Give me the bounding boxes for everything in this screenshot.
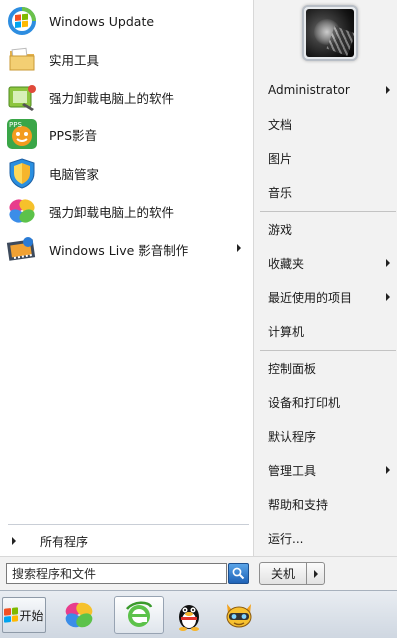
menu-item-label: 控制面板 (268, 361, 317, 376)
menu-item-label: 设备和打印机 (268, 395, 341, 410)
program-pps[interactable]: PPS PPS影音 (4, 116, 249, 152)
chevron-right-icon (12, 537, 16, 545)
windows-update-icon (4, 3, 40, 39)
menu-item-label: Administrator (268, 83, 350, 97)
colorful-petals-icon (4, 193, 40, 229)
search-shutdown-bar: 搜索程序和文件 关机 (0, 556, 397, 590)
chevron-right-icon (313, 569, 318, 578)
all-programs-label: 所有程序 (40, 534, 89, 549)
taskbar: 开始 (0, 590, 397, 638)
divider (8, 524, 249, 525)
menu-item-user[interactable]: Administrator (262, 76, 396, 104)
program-movie-maker[interactable]: Windows Live 影音制作 (4, 231, 249, 267)
program-windows-update[interactable]: Windows Update (4, 3, 249, 39)
menu-item-control-panel[interactable]: 控制面板 (262, 354, 396, 382)
menu-item-label: 音乐 (268, 185, 293, 200)
divider (260, 211, 396, 212)
menu-item-label: 图片 (268, 151, 293, 166)
search-placeholder: 搜索程序和文件 (12, 567, 97, 581)
menu-item-games[interactable]: 游戏 (262, 215, 396, 243)
program-label: 实用工具 (49, 52, 100, 68)
submenu-arrow-icon (386, 86, 390, 94)
shutdown-options-button[interactable] (306, 562, 325, 585)
game-character-icon (226, 604, 252, 628)
menu-item-label: 默认程序 (268, 429, 317, 444)
program-label: 强力卸载电脑上的软件 (49, 204, 175, 220)
folder-icon (4, 41, 40, 77)
shutdown-button[interactable]: 关机 (259, 562, 307, 585)
program-label: Windows Live 影音制作 (49, 242, 189, 258)
user-avatar[interactable] (302, 5, 358, 61)
menu-item-recent[interactable]: 最近使用的项目 (262, 283, 396, 311)
start-menu-places-pane: Administrator 文档 图片 音乐 游戏 收藏夹 最近使用的项目 计算… (253, 0, 397, 556)
menu-item-admin-tools[interactable]: 管理工具 (262, 456, 396, 484)
submenu-arrow-icon (386, 466, 390, 474)
program-label: Windows Update (49, 13, 155, 29)
windows-logo-icon (4, 607, 19, 623)
menu-item-run[interactable]: 运行... (262, 524, 396, 552)
menu-item-label: 文档 (268, 117, 293, 132)
menu-item-help[interactable]: 帮助和支持 (262, 490, 396, 518)
movie-maker-icon (4, 231, 40, 267)
program-label: 电脑管家 (49, 166, 100, 182)
start-button[interactable]: 开始 (2, 597, 46, 633)
submenu-arrow-icon (386, 259, 390, 267)
taskbar-qq[interactable] (164, 596, 214, 634)
uninstaller-icon (4, 79, 40, 115)
program-uninstaller-2[interactable]: 强力卸载电脑上的软件 (4, 193, 249, 229)
program-pc-manager[interactable]: 电脑管家 (4, 155, 249, 191)
colorful-petals-icon (65, 602, 93, 628)
taskbar-browser[interactable] (114, 596, 164, 634)
shutdown-label: 关机 (270, 567, 295, 581)
submenu-arrow-icon (237, 244, 241, 252)
menu-item-label: 计算机 (268, 324, 305, 339)
search-input[interactable]: 搜索程序和文件 (6, 563, 227, 584)
menu-item-label: 管理工具 (268, 463, 317, 478)
program-label: PPS影音 (49, 127, 98, 143)
ie-icon (126, 601, 153, 627)
svg-text:PPS: PPS (9, 121, 22, 129)
start-label: 开始 (19, 608, 44, 623)
program-label: 强力卸载电脑上的软件 (49, 90, 175, 106)
pc-manager-shield-icon (4, 155, 40, 191)
program-uninstaller[interactable]: 强力卸载电脑上的软件 (4, 79, 249, 115)
start-menu-programs-pane: Windows Update 实用工具 强力卸载电脑上的软件 PPS PPS影音… (0, 0, 253, 556)
qq-penguin-icon (179, 605, 199, 631)
menu-item-default-programs[interactable]: 默认程序 (262, 422, 396, 450)
menu-item-label: 游戏 (268, 222, 293, 237)
program-utilities-folder[interactable]: 实用工具 (4, 41, 249, 77)
menu-item-music[interactable]: 音乐 (262, 178, 396, 206)
menu-item-devices-printers[interactable]: 设备和打印机 (262, 388, 396, 416)
menu-item-label: 帮助和支持 (268, 497, 329, 512)
menu-item-label: 运行... (268, 531, 304, 546)
pps-icon: PPS (4, 116, 40, 152)
search-icon (232, 567, 245, 580)
menu-item-pictures[interactable]: 图片 (262, 144, 396, 172)
menu-item-label: 收藏夹 (268, 256, 305, 271)
menu-item-documents[interactable]: 文档 (262, 110, 396, 138)
avatar-image (306, 9, 354, 57)
divider (260, 350, 396, 351)
menu-item-favorites[interactable]: 收藏夹 (262, 249, 396, 277)
taskbar-colorful-app[interactable] (54, 596, 104, 634)
taskbar-game[interactable] (214, 596, 264, 634)
search-button[interactable] (228, 563, 249, 584)
menu-item-label: 最近使用的项目 (268, 290, 353, 305)
all-programs-button[interactable]: 所有程序 (8, 532, 208, 550)
menu-item-computer[interactable]: 计算机 (262, 317, 396, 345)
submenu-arrow-icon (386, 293, 390, 301)
